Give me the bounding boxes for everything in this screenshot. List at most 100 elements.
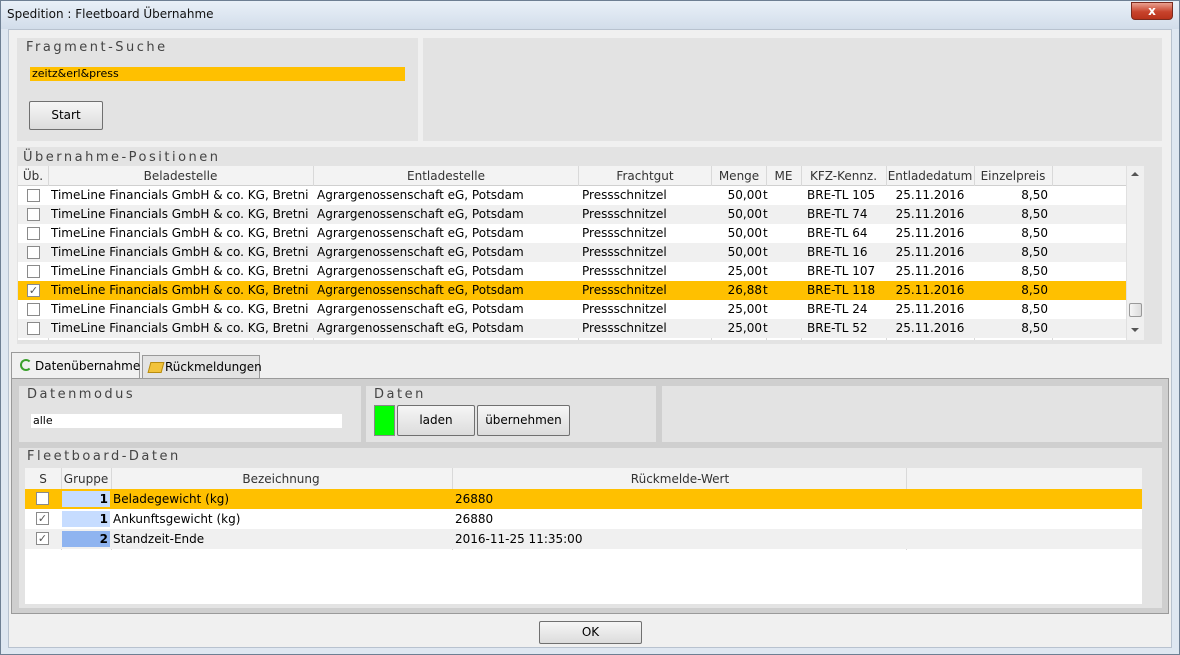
scroll-up-icon[interactable] — [1131, 172, 1139, 176]
cell-menge: 50,00 — [727, 207, 762, 221]
position-row[interactable]: TimeLine Financials GmbH & co. KG, Bretn… — [18, 186, 1126, 205]
cell-kfz: BRE-TL 24 — [807, 302, 868, 316]
fleetboard-checkbox[interactable] — [36, 492, 49, 505]
cell-entladedatum: 25.11.2016 — [895, 245, 965, 259]
col-header-einzelpreis[interactable]: Einzelpreis — [974, 169, 1052, 183]
position-checkbox[interactable]: ✓ — [27, 284, 40, 297]
datenmodus-field[interactable]: alle — [31, 414, 342, 428]
scroll-thumb[interactable] — [1129, 303, 1142, 317]
cell-rueckmelde-wert: 26880 — [455, 512, 494, 526]
cell-einzelpreis: 8,50 — [1021, 283, 1048, 297]
cell-entladedatum: 25.11.2016 — [895, 302, 965, 316]
cell-einzelpreis: 8,50 — [1021, 321, 1048, 335]
fragment-search-panel: Fragment-Suche zeitz&erl&press Start — [17, 38, 418, 141]
position-checkbox[interactable] — [27, 208, 40, 221]
positions-scrollbar[interactable] — [1126, 166, 1144, 340]
cell-entladedatum: 25.11.2016 — [895, 188, 965, 202]
fragment-search-input[interactable]: zeitz&erl&press — [30, 67, 405, 81]
cell-beladestelle: TimeLine Financials GmbH & co. KG, Bretn… — [51, 245, 309, 259]
cell-entladestelle: Agrargenossenschaft eG, Potsdam — [317, 207, 524, 221]
positions-rows: TimeLine Financials GmbH & co. KG, Bretn… — [18, 186, 1126, 339]
col-header-entladedatum[interactable]: Entladedatum — [886, 169, 974, 183]
cell-entladestelle: Agrargenossenschaft eG, Potsdam — [317, 188, 524, 202]
position-row[interactable]: TimeLine Financials GmbH & co. KG, Bretn… — [18, 262, 1126, 281]
fragment-search-caption: Fragment-Suche — [26, 40, 168, 55]
tab-rueckmeldungen[interactable]: Rückmeldungen — [142, 355, 262, 379]
cell-kfz: BRE-TL 74 — [807, 207, 868, 221]
position-checkbox[interactable] — [27, 322, 40, 335]
cell-gruppe: 2 — [62, 531, 110, 547]
cell-einzelpreis: 8,50 — [1021, 245, 1048, 259]
daten-right-panel — [662, 386, 1162, 442]
dialog-client: Fragment-Suche zeitz&erl&press Start Übe… — [8, 29, 1172, 648]
cell-entladestelle: Agrargenossenschaft eG, Potsdam — [317, 245, 524, 259]
col-header-bezeichnung[interactable]: Bezeichnung — [111, 472, 451, 486]
fleetboard-panel: Fleetboard-Daten S Gruppe Bezeichnung Rü… — [19, 448, 1162, 608]
col-header-gruppe[interactable]: Gruppe — [61, 472, 111, 486]
cell-frachtgut: Pressschnitzel — [582, 188, 667, 202]
cell-kfz: BRE-TL 118 — [807, 283, 876, 297]
laden-button[interactable]: laden — [397, 405, 475, 436]
fleetboard-checkbox[interactable]: ✓ — [36, 512, 49, 525]
position-checkbox[interactable] — [27, 303, 40, 316]
col-header-kfz[interactable]: KFZ-Kennz. — [801, 169, 886, 183]
cell-menge: 25,00 — [727, 302, 762, 316]
cell-entladestelle: Agrargenossenschaft eG, Potsdam — [317, 302, 524, 316]
fleetboard-row[interactable]: ✓ 2 Standzeit-Ende 2016-11-25 11:35:00 — [25, 529, 1142, 549]
col-header-beladestelle[interactable]: Beladestelle — [48, 169, 313, 183]
position-checkbox[interactable] — [27, 265, 40, 278]
cell-entladestelle: Agrargenossenschaft eG, Potsdam — [317, 264, 524, 278]
uebernehmen-button[interactable]: übernehmen — [477, 405, 570, 436]
position-row[interactable]: TimeLine Financials GmbH & co. KG, Bretn… — [18, 319, 1126, 338]
col-header-entladestelle[interactable]: Entladestelle — [314, 169, 578, 183]
daten-caption: Daten — [374, 387, 426, 402]
col-header-frachtgut[interactable]: Frachtgut — [579, 169, 711, 183]
positions-header: Üb. Beladestelle Entladestelle Frachtgut… — [18, 166, 1144, 186]
position-row[interactable]: TimeLine Financials GmbH & co. KG, Bretn… — [18, 224, 1126, 243]
start-button[interactable]: Start — [29, 101, 103, 130]
cell-menge: 50,00 — [727, 226, 762, 240]
cell-beladestelle: TimeLine Financials GmbH & co. KG, Bretn… — [51, 207, 309, 221]
col-header-menge[interactable]: Menge — [712, 169, 766, 183]
tab-datenuebernahme[interactable]: Datenübernahme — [11, 352, 140, 379]
cell-me: t — [763, 264, 768, 278]
scroll-down-icon[interactable] — [1131, 328, 1139, 332]
position-checkbox[interactable] — [27, 227, 40, 240]
cell-kfz: BRE-TL 52 — [807, 321, 868, 335]
cell-me: t — [763, 321, 768, 335]
cell-me: t — [763, 207, 768, 221]
cell-me: t — [763, 245, 768, 259]
position-checkbox[interactable] — [27, 246, 40, 259]
daten-panel: Daten laden übernehmen — [366, 386, 656, 442]
position-row[interactable]: TimeLine Financials GmbH & co. KG, Bretn… — [18, 243, 1126, 262]
fleetboard-row[interactable]: 1 Beladegewicht (kg) 26880 — [25, 489, 1142, 509]
cell-bezeichnung: Ankunftsgewicht (kg) — [113, 512, 241, 526]
cell-frachtgut: Pressschnitzel — [582, 226, 667, 240]
position-row[interactable]: TimeLine Financials GmbH & co. KG, Bretn… — [18, 205, 1126, 224]
col-header-rueckmelde-wert[interactable]: Rückmelde-Wert — [453, 472, 907, 486]
cell-entladedatum: 25.11.2016 — [895, 264, 965, 278]
col-header-s[interactable]: S — [25, 472, 61, 486]
cell-menge: 50,00 — [727, 188, 762, 202]
positions-table: Üb. Beladestelle Entladestelle Frachtgut… — [18, 166, 1144, 340]
cell-me: t — [763, 302, 768, 316]
cell-frachtgut: Pressschnitzel — [582, 283, 667, 297]
fleetboard-rows: 1 Beladegewicht (kg) 26880 ✓ 1 Ankunftsgewich… — [25, 489, 1142, 549]
fleetboard-checkbox[interactable]: ✓ — [36, 532, 49, 545]
col-header-me[interactable]: ME — [766, 169, 801, 183]
position-row[interactable]: TimeLine Financials GmbH & co. KG, Bretn… — [18, 300, 1126, 319]
position-row[interactable]: ✓ TimeLine Financials GmbH & co. KG, Bret… — [18, 281, 1126, 300]
col-header-ueb[interactable]: Üb. — [18, 169, 48, 183]
position-checkbox[interactable] — [27, 189, 40, 202]
close-button[interactable]: x — [1131, 2, 1173, 20]
ok-button[interactable]: OK — [539, 621, 642, 644]
fleetboard-row[interactable]: ✓ 1 Ankunftsgewicht (kg) 26880 — [25, 509, 1142, 529]
close-icon: x — [1148, 4, 1156, 18]
title-bar[interactable]: Spedition : Fleetboard Übernahme x — [1, 1, 1179, 29]
fleetboard-header: S Gruppe Bezeichnung Rückmelde-Wert — [25, 468, 1142, 489]
positions-panel: Übernahme-Positionen Üb. Beladestelle En… — [17, 147, 1162, 344]
cell-gruppe: 1 — [62, 511, 110, 527]
cell-bezeichnung: Beladegewicht (kg) — [113, 492, 230, 506]
daten-status-indicator — [374, 405, 395, 436]
cell-me: t — [763, 283, 768, 297]
